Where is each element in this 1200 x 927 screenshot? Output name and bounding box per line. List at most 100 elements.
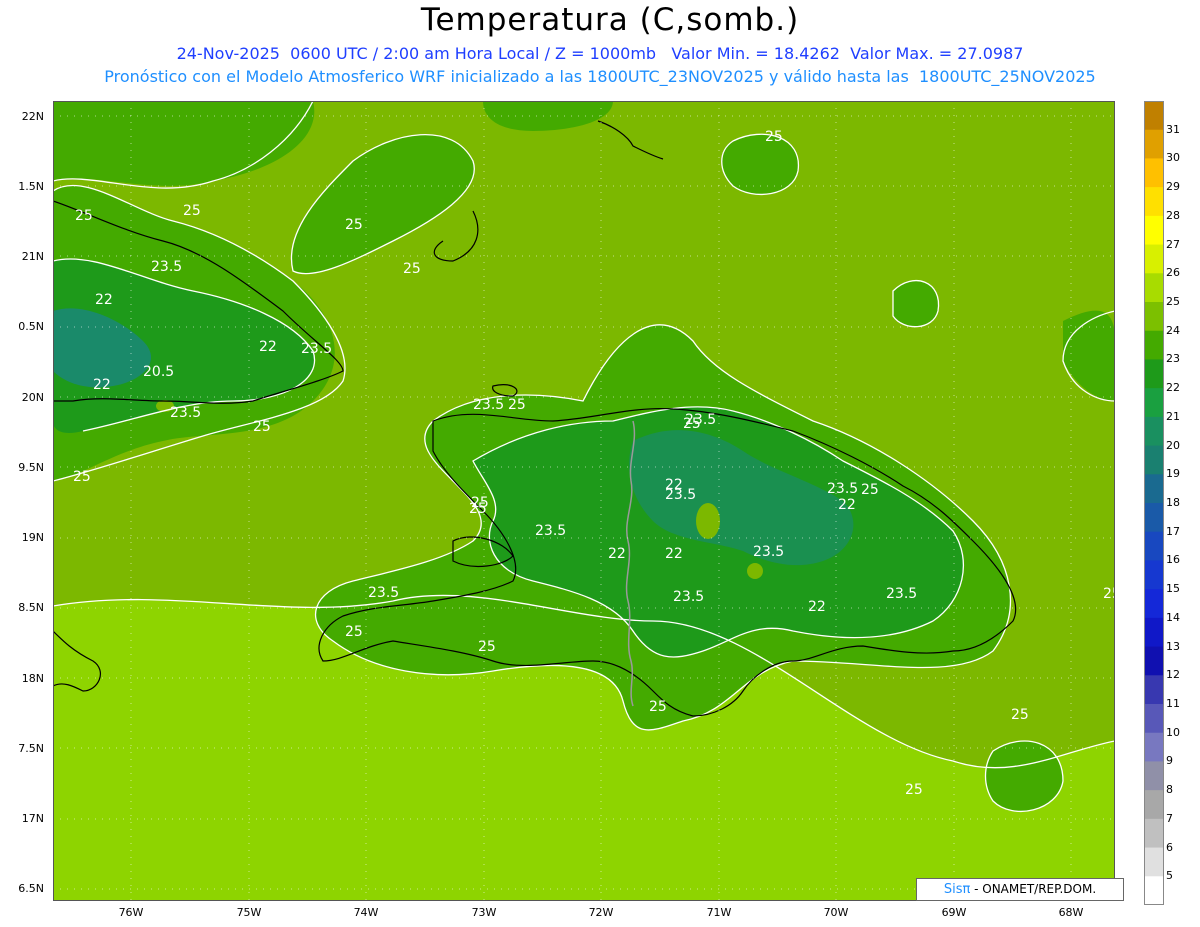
contour-label: 22: [259, 339, 277, 355]
subtitle-validity: 24-Nov-2025 0600 UTC / 2:00 am Hora Loca…: [176, 44, 1024, 63]
contour-label: 23.5: [473, 397, 504, 413]
color-bar-level: 5: [1166, 869, 1173, 883]
color-bar-segment: [1144, 445, 1164, 475]
lat-tick-label: 6.5N: [18, 882, 44, 895]
color-bar-level: 6: [1166, 840, 1173, 854]
color-bar-level: 31: [1166, 122, 1180, 136]
color-bar-segment: [1144, 503, 1164, 533]
color-bar-level: 27: [1166, 237, 1180, 251]
lat-tick-label: 17N: [21, 812, 44, 825]
color-bar-segment: [1144, 359, 1164, 389]
lon-tick-label: 73W: [471, 906, 497, 919]
lat-tick-label: 8.5N: [18, 601, 44, 614]
color-bar-segment: [1144, 388, 1164, 418]
contour-label: 25: [905, 782, 923, 798]
color-bar-segment: [1144, 273, 1164, 303]
color-bar: [1144, 101, 1164, 905]
lat-tick-label: 1.5N: [18, 180, 44, 193]
contour-label: 22: [808, 599, 826, 615]
color-bar-segment: [1144, 818, 1164, 849]
contour-label: 22: [608, 546, 626, 562]
color-bar-level: 23: [1166, 352, 1180, 366]
color-bar-segment: [1144, 847, 1164, 877]
color-bar-level: 14: [1166, 610, 1180, 624]
contour-label: 25: [508, 397, 526, 413]
color-bar-segment: [1144, 732, 1164, 762]
lat-tick-label: 21N: [21, 250, 44, 263]
contour-label: 23.5: [535, 523, 566, 539]
contour-label: 22: [665, 546, 683, 562]
color-bar-segment: [1144, 704, 1164, 734]
lat-tick-label: 20N: [21, 391, 44, 404]
warm-spot-1: [696, 503, 720, 539]
contour-label: 25: [649, 699, 667, 715]
lat-tick-label: 22N: [21, 110, 44, 123]
contour-label: 23.5: [301, 341, 332, 357]
color-bar-segment: [1144, 416, 1164, 447]
color-bar-segment: [1144, 187, 1164, 217]
color-bar-segment: [1144, 560, 1164, 590]
color-bar-level: 24: [1166, 323, 1180, 337]
color-bar-level: 11: [1166, 697, 1180, 710]
color-bar-level: 28: [1166, 208, 1180, 222]
color-bar-level: 10: [1166, 725, 1180, 739]
color-bar-segment: [1144, 790, 1164, 820]
contour-label: 23.5: [368, 585, 399, 601]
lon-tick-label: 70W: [823, 906, 849, 919]
warm-spot-2: [747, 563, 763, 579]
color-bar-segment: [1144, 531, 1164, 561]
lon-tick-label: 74W: [353, 906, 379, 919]
lon-tick-label: 72W: [588, 906, 614, 919]
contour-label: 25: [183, 203, 201, 219]
color-bar-segment: [1144, 129, 1164, 159]
contour-label: 23.5: [673, 589, 704, 605]
color-bar-level: 22: [1166, 381, 1180, 395]
color-bar-level: 21: [1166, 409, 1180, 423]
lon-tick-label: 69W: [941, 906, 967, 919]
contour-label: 25: [861, 482, 879, 498]
credit-box: Sisπ - ONAMET/REP.DOM.: [916, 878, 1124, 901]
lon-tick-label: 75W: [236, 906, 262, 919]
credit-brand: Sisπ: [943, 882, 971, 897]
contour-label: 25: [1011, 707, 1029, 723]
color-bar-segment: [1144, 876, 1164, 905]
lon-tick-label: 71W: [706, 906, 732, 919]
contour-label: 22: [93, 377, 111, 393]
lat-tick-label: 0.5N: [18, 320, 44, 333]
contour-label: 25: [471, 495, 489, 511]
contour-label: 23.5: [827, 481, 858, 497]
color-bar-segment: [1144, 215, 1164, 246]
lon-tick-label: 68W: [1058, 906, 1084, 919]
color-bar-level: 7: [1166, 811, 1173, 825]
contour-label: 25: [1103, 586, 1115, 602]
subtitle-model-info: Pronóstico con el Modelo Atmosferico WRF…: [104, 67, 1096, 86]
color-bar-segment: [1144, 474, 1164, 504]
color-bar-segment: [1144, 158, 1164, 188]
lat-tick-label: 19N: [21, 531, 44, 544]
color-bar-level: 20: [1166, 438, 1180, 452]
color-bar-level: 17: [1166, 524, 1180, 538]
color-bar-segment: [1144, 244, 1164, 274]
contour-label: 22: [838, 497, 856, 513]
color-bar-level: 16: [1166, 553, 1180, 567]
contour-label: 25: [403, 261, 421, 277]
contour-label: 23.5: [665, 487, 696, 503]
temperature-map: 252525252523.52222 23.520.52223.525252523…: [53, 101, 1115, 901]
contour-label: 23.5: [170, 405, 201, 421]
color-bar-level: 25: [1166, 295, 1180, 308]
color-bar-level: 30: [1166, 151, 1180, 165]
color-bar-level: 26: [1166, 266, 1180, 280]
contour-label: 25: [345, 217, 363, 233]
contour-label: 25: [478, 639, 496, 655]
color-bar-segment: [1144, 330, 1164, 360]
color-bar-segment: [1144, 589, 1164, 619]
contour-label: 25: [253, 419, 271, 435]
color-bar-segment: [1144, 101, 1164, 131]
color-bar-segment: [1144, 302, 1164, 332]
color-bar-level: 19: [1166, 467, 1180, 481]
credit-text: - ONAMET/REP.DOM.: [970, 882, 1097, 896]
color-bar-level: 29: [1166, 180, 1180, 194]
lat-tick-label: 18N: [21, 672, 44, 685]
contour-label: 20.5: [143, 364, 174, 380]
contour-label: 25: [73, 469, 91, 485]
